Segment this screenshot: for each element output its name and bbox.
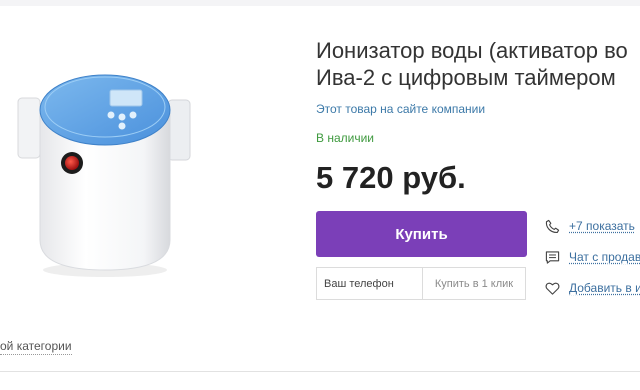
favorites-label[interactable]: Добавить в из — [569, 281, 640, 295]
chat-action[interactable]: Чат с продав — [545, 243, 640, 271]
buy-button[interactable]: Купить — [316, 211, 527, 257]
heart-icon — [545, 282, 560, 295]
category-link[interactable]: ой категории — [0, 339, 72, 355]
water-ionizer-picture — [17, 74, 191, 277]
top-border — [0, 0, 640, 6]
phone-icon — [545, 219, 560, 233]
product-title-line-2: Ива-2 с цифровым таймером — [316, 65, 616, 90]
product-title: Ионизатор воды (активатор во Ива-2 с циф… — [316, 37, 640, 91]
one-click-order-form: Купить в 1 клик — [316, 267, 526, 300]
side-actions: +7 показать Чат с продав Добавить в из — [545, 212, 640, 302]
show-phone-label[interactable]: +7 показать — [569, 219, 635, 233]
availability-status: В наличии — [316, 131, 375, 145]
show-phone-action[interactable]: +7 показать — [545, 212, 640, 240]
product-price: 5 720 руб. — [316, 160, 466, 195]
product-image[interactable] — [10, 70, 200, 280]
one-click-buy-button[interactable]: Купить в 1 клик — [423, 268, 525, 299]
favorites-action[interactable]: Добавить в из — [545, 274, 640, 302]
product-title-line-1: Ионизатор воды (активатор во — [316, 38, 628, 63]
chat-icon — [545, 250, 560, 264]
phone-input[interactable] — [317, 268, 423, 299]
bottom-divider — [0, 371, 640, 372]
chat-label[interactable]: Чат с продав — [569, 250, 640, 264]
company-site-link[interactable]: Этот товар на сайте компании — [316, 102, 485, 116]
